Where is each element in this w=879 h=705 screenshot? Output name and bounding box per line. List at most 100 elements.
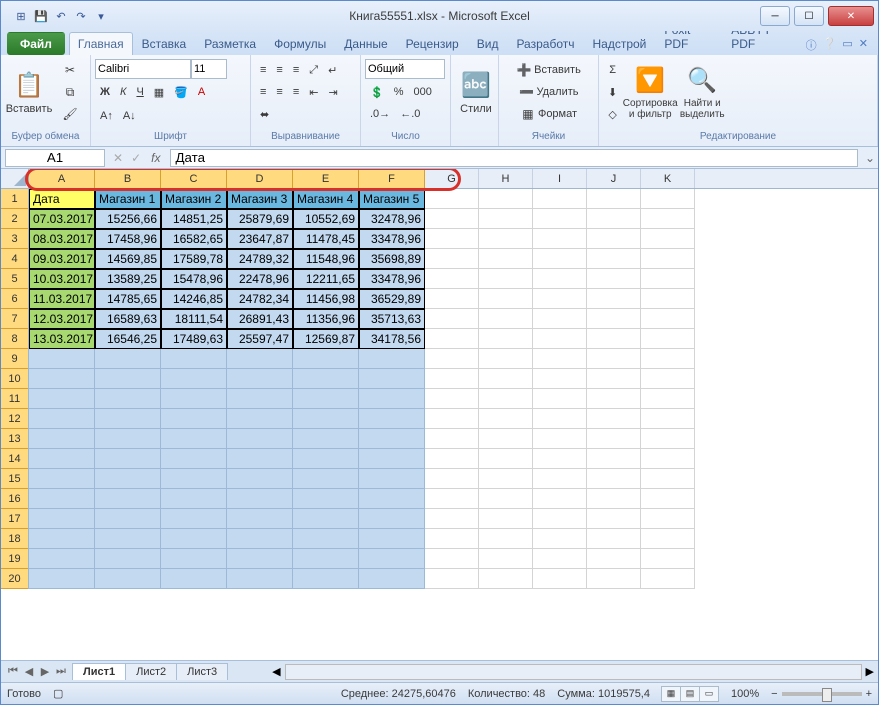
cell-K13[interactable] xyxy=(641,429,695,449)
col-header-F[interactable]: F xyxy=(359,169,425,188)
cell-D6[interactable]: 24782,34 xyxy=(227,289,293,309)
cell-D16[interactable] xyxy=(227,489,293,509)
cell-G14[interactable] xyxy=(425,449,479,469)
row-header-6[interactable]: 6 xyxy=(1,289,28,309)
cell-J17[interactable] xyxy=(587,509,641,529)
cell-D2[interactable]: 25879,69 xyxy=(227,209,293,229)
cell-F7[interactable]: 35713,63 xyxy=(359,309,425,329)
cell-I16[interactable] xyxy=(533,489,587,509)
cell-I2[interactable] xyxy=(533,209,587,229)
cell-C1[interactable]: Магазин 2 xyxy=(161,189,227,209)
cell-J1[interactable] xyxy=(587,189,641,209)
zoom-out-button[interactable]: − xyxy=(771,688,777,700)
cell-F16[interactable] xyxy=(359,489,425,509)
save-icon[interactable]: 💾 xyxy=(33,8,49,24)
cell-I11[interactable] xyxy=(533,389,587,409)
cell-K16[interactable] xyxy=(641,489,695,509)
cell-B13[interactable] xyxy=(95,429,161,449)
cell-J20[interactable] xyxy=(587,569,641,589)
cell-E5[interactable]: 12211,65 xyxy=(293,269,359,289)
cell-A17[interactable] xyxy=(29,509,95,529)
cell-E15[interactable] xyxy=(293,469,359,489)
dedent-button[interactable]: ⇤ xyxy=(304,81,323,103)
cell-I20[interactable] xyxy=(533,569,587,589)
sheet-prev-icon[interactable]: ◀ xyxy=(21,665,37,678)
cell-H7[interactable] xyxy=(479,309,533,329)
cell-I10[interactable] xyxy=(533,369,587,389)
sort-filter-button[interactable]: 🔽 Сортировка и фильтр xyxy=(626,59,674,125)
cell-K3[interactable] xyxy=(641,229,695,249)
cell-G15[interactable] xyxy=(425,469,479,489)
cell-I17[interactable] xyxy=(533,509,587,529)
fx-accept-icon[interactable]: ✓ xyxy=(127,151,145,165)
view-layout-button[interactable]: ▤ xyxy=(680,686,700,702)
cell-E12[interactable] xyxy=(293,409,359,429)
col-header-B[interactable]: B xyxy=(95,169,161,188)
row-header-11[interactable]: 11 xyxy=(1,389,28,409)
cell-E14[interactable] xyxy=(293,449,359,469)
row-header-2[interactable]: 2 xyxy=(1,209,28,229)
cell-K1[interactable] xyxy=(641,189,695,209)
col-header-E[interactable]: E xyxy=(293,169,359,188)
row-header-12[interactable]: 12 xyxy=(1,409,28,429)
format-cells-button[interactable]: ▦Формат xyxy=(503,103,594,125)
cell-H5[interactable] xyxy=(479,269,533,289)
cell-D10[interactable] xyxy=(227,369,293,389)
cell-C17[interactable] xyxy=(161,509,227,529)
row-header-7[interactable]: 7 xyxy=(1,309,28,329)
cell-E4[interactable]: 11548,96 xyxy=(293,249,359,269)
cell-F2[interactable]: 32478,96 xyxy=(359,209,425,229)
cell-A1[interactable]: Дата xyxy=(29,189,95,209)
cell-C8[interactable]: 17489,63 xyxy=(161,329,227,349)
cell-I9[interactable] xyxy=(533,349,587,369)
row-header-17[interactable]: 17 xyxy=(1,509,28,529)
cell-F12[interactable] xyxy=(359,409,425,429)
cell-K15[interactable] xyxy=(641,469,695,489)
cell-A7[interactable]: 12.03.2017 xyxy=(29,309,95,329)
cell-B3[interactable]: 17458,96 xyxy=(95,229,161,249)
align-right-button[interactable]: ≡ xyxy=(288,81,304,103)
cell-C2[interactable]: 14851,25 xyxy=(161,209,227,229)
cell-H1[interactable] xyxy=(479,189,533,209)
zoom-slider[interactable] xyxy=(782,692,862,696)
cell-E2[interactable]: 10552,69 xyxy=(293,209,359,229)
cell-G19[interactable] xyxy=(425,549,479,569)
cell-E13[interactable] xyxy=(293,429,359,449)
cell-C18[interactable] xyxy=(161,529,227,549)
cell-K12[interactable] xyxy=(641,409,695,429)
cell-B14[interactable] xyxy=(95,449,161,469)
cell-D12[interactable] xyxy=(227,409,293,429)
ribbon-collapse-icon[interactable]: ▭ xyxy=(842,37,852,53)
cell-E11[interactable] xyxy=(293,389,359,409)
cell-A11[interactable] xyxy=(29,389,95,409)
cell-J3[interactable] xyxy=(587,229,641,249)
row-header-19[interactable]: 19 xyxy=(1,549,28,569)
cell-B15[interactable] xyxy=(95,469,161,489)
cell-K4[interactable] xyxy=(641,249,695,269)
cell-J4[interactable] xyxy=(587,249,641,269)
cell-E18[interactable] xyxy=(293,529,359,549)
cell-D11[interactable] xyxy=(227,389,293,409)
cell-I18[interactable] xyxy=(533,529,587,549)
name-box[interactable] xyxy=(5,149,105,167)
cell-G7[interactable] xyxy=(425,309,479,329)
zoom-level[interactable]: 100% xyxy=(731,688,759,700)
tab-вставка[interactable]: Вставка xyxy=(133,32,196,55)
cell-B12[interactable] xyxy=(95,409,161,429)
cell-I8[interactable] xyxy=(533,329,587,349)
cell-F20[interactable] xyxy=(359,569,425,589)
cell-D14[interactable] xyxy=(227,449,293,469)
row-header-13[interactable]: 13 xyxy=(1,429,28,449)
border-button[interactable]: ▦ xyxy=(149,81,169,103)
cell-F19[interactable] xyxy=(359,549,425,569)
cell-A18[interactable] xyxy=(29,529,95,549)
row-header-8[interactable]: 8 xyxy=(1,329,28,349)
cell-A12[interactable] xyxy=(29,409,95,429)
undo-icon[interactable]: ↶ xyxy=(53,8,69,24)
cell-D1[interactable]: Магазин 3 xyxy=(227,189,293,209)
cell-H20[interactable] xyxy=(479,569,533,589)
row-header-15[interactable]: 15 xyxy=(1,469,28,489)
cell-E20[interactable] xyxy=(293,569,359,589)
autosum-button[interactable]: Σ xyxy=(603,59,622,81)
cell-D3[interactable]: 23647,87 xyxy=(227,229,293,249)
